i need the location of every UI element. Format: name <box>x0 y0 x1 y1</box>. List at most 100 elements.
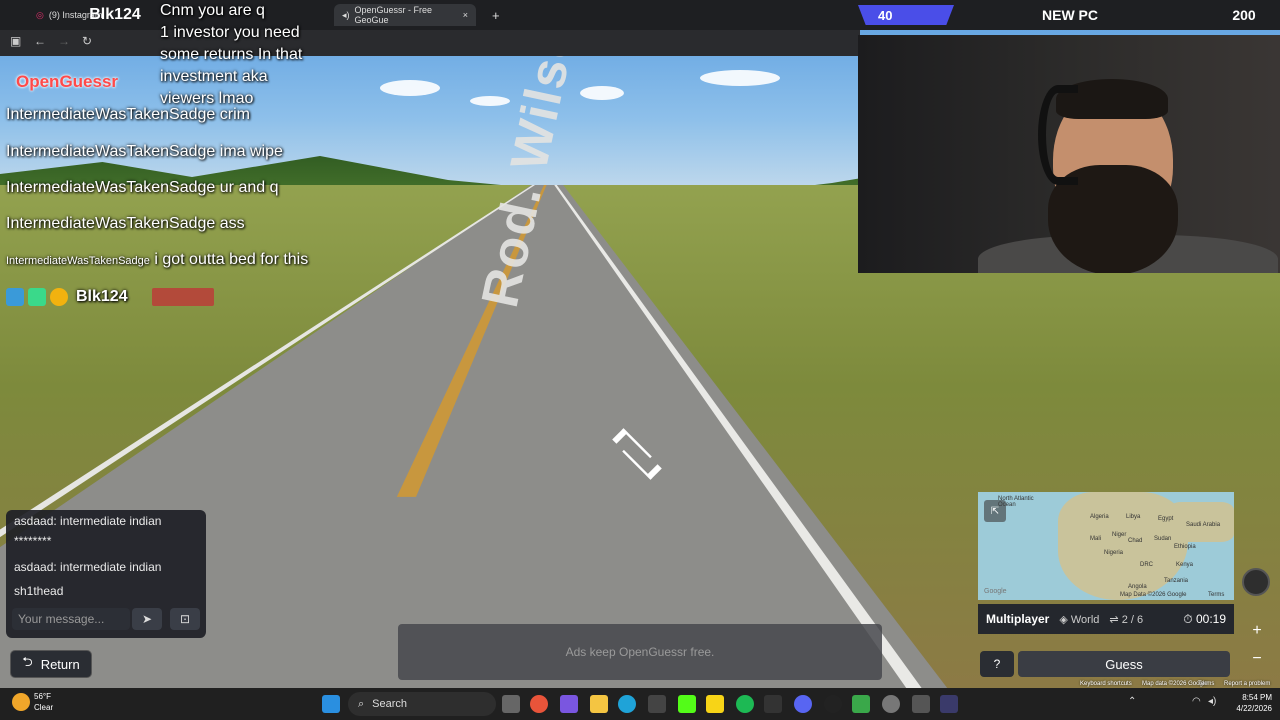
new-tab-button[interactable]: + <box>484 4 508 26</box>
settings-icon[interactable] <box>882 695 900 713</box>
map-label: Ethiopia <box>1174 544 1196 550</box>
kick-icon[interactable] <box>678 695 696 713</box>
browser-toolbar <box>0 30 860 56</box>
search-label: Search <box>372 698 408 710</box>
chat-user: IntermediateWasTakenSadge <box>6 255 150 267</box>
clock-date: 4/22/2026 <box>1236 704 1272 713</box>
stream-banner-newpc: NEW PC <box>1042 7 1098 23</box>
chat-text: i got outta bed for this <box>154 251 309 268</box>
app-icon[interactable] <box>912 695 930 713</box>
close-tab-icon[interactable]: × <box>463 10 468 20</box>
chat-text: ass <box>219 215 245 232</box>
overlay-line: Cnm you are q <box>160 2 265 19</box>
keyboard-shortcuts-link[interactable]: Keyboard shortcuts <box>1080 681 1132 687</box>
search-icon: ⌕ <box>358 697 365 710</box>
discord-icon[interactable] <box>794 695 812 713</box>
app-icon[interactable] <box>940 695 958 713</box>
weather-desc: Clear <box>34 703 54 712</box>
overlay-top-message: Cnm you are q 1 investor you need some r… <box>160 0 360 110</box>
game-mode-label: Multiplayer <box>986 612 1050 626</box>
map-label: Egypt <box>1158 516 1174 522</box>
round-counter: ⇌ 2 / 6 <box>1109 613 1144 626</box>
cloud <box>470 96 510 106</box>
badge-icon <box>50 288 68 306</box>
windows-taskbar <box>0 688 1280 720</box>
system-clock[interactable]: 8:54 PM 4/22/2026 <box>1226 692 1272 714</box>
chat-text: ur and q <box>219 179 279 196</box>
region-text: World <box>1070 613 1100 626</box>
overlay-line: investment aka <box>160 68 268 85</box>
map-label: Libya <box>1126 514 1141 520</box>
game-chat-panel: asdaad: intermediate indian ******** asd… <box>6 510 206 638</box>
cloud <box>380 80 440 96</box>
forward-icon[interactable]: → <box>58 34 70 48</box>
round-text: 2 / 6 <box>1121 613 1144 626</box>
chat-user: IntermediateWasTakenSadge <box>6 215 216 232</box>
multiplayer-status-bar: Multiplayer ◈ World ⇌ 2 / 6 ⏱ 00:19 <box>978 604 1234 634</box>
map-label: Sudan <box>1154 536 1172 542</box>
task-view-icon[interactable] <box>502 695 520 713</box>
timer-text: 00:19 <box>1195 611 1226 626</box>
zoom-out-button[interactable]: − <box>1248 650 1266 668</box>
volume-icon[interactable]: ◂) <box>1208 696 1216 707</box>
streamer-badge-line: Blk124 <box>6 288 214 306</box>
map-expand-icon[interactable]: ⇱ <box>984 500 1006 522</box>
file-explorer-icon[interactable] <box>590 695 608 713</box>
help-button[interactable]: ? <box>980 651 1014 677</box>
tab-label: OpenGuessr - Free GeoGue <box>354 5 433 25</box>
badge-icon <box>28 288 46 306</box>
map-label: Saudi Arabia <box>1186 522 1221 528</box>
guess-button[interactable]: Guess <box>1018 651 1230 677</box>
edge-icon[interactable] <box>618 695 636 713</box>
return-button[interactable]: ⮌ Return <box>10 650 92 678</box>
guess-map[interactable]: North Atlantic Ocean Algeria Libya Egypt… <box>978 492 1234 600</box>
badge-icon <box>6 288 24 306</box>
zoom-in-button[interactable]: + <box>1248 622 1266 640</box>
map-label: Nigeria <box>1104 550 1124 556</box>
terms-link[interactable]: Terms <box>1198 681 1214 687</box>
chat-expand-button[interactable]: ⊡ <box>170 608 200 630</box>
chat-message-input[interactable]: Your message... <box>12 608 130 630</box>
chat-text: ima wipe <box>219 143 283 160</box>
timer: ⏱ 00:19 <box>1183 611 1226 626</box>
start-icon[interactable] <box>322 695 340 713</box>
overlay-line: 1 investor you need <box>160 24 300 41</box>
streamer-name-top: Blk124 <box>89 6 141 23</box>
app-icon[interactable] <box>764 695 782 713</box>
map-label: Angola <box>1128 584 1147 590</box>
map-label: Mali <box>1090 536 1102 542</box>
return-label: Return <box>40 656 80 672</box>
compass-icon[interactable] <box>1242 568 1270 596</box>
ad-placeholder: Ads keep OpenGuessr free. <box>398 624 882 680</box>
notes-icon[interactable] <box>706 695 724 713</box>
map-label: Algeria <box>1090 514 1109 520</box>
chat-overlay-message: IntermediateWasTakenSadge crim <box>6 106 250 124</box>
sidebar-toggle-icon[interactable]: ▣ <box>10 34 21 48</box>
app-icon[interactable] <box>852 695 870 713</box>
chat-overlay-message: IntermediateWasTakenSadge ima wipe <box>6 143 283 161</box>
openguessr-logo[interactable]: OpenGuessr <box>16 72 118 92</box>
browser-icon[interactable] <box>530 695 548 713</box>
tray-chevron-icon[interactable]: ⌃ <box>1128 696 1136 707</box>
map-terms-link[interactable]: Terms <box>1208 592 1224 598</box>
clock-time: 8:54 PM <box>1242 693 1272 702</box>
weather-icon <box>12 693 30 711</box>
streamer-name: Blk124 <box>76 288 128 305</box>
copilot-icon[interactable] <box>560 695 578 713</box>
stream-goal-target: 200 <box>1232 7 1256 23</box>
back-icon[interactable]: ← <box>34 34 46 48</box>
chat-user: IntermediateWasTakenSadge <box>6 106 216 123</box>
wifi-icon[interactable]: ◠ <box>1192 696 1201 707</box>
reload-icon[interactable]: ↻ <box>82 34 92 48</box>
send-message-button[interactable]: ➤ <box>132 608 162 630</box>
store-icon[interactable] <box>648 695 666 713</box>
cloud <box>700 70 780 86</box>
weather-widget[interactable]: 56°F Clear <box>34 691 53 713</box>
obs-icon[interactable] <box>824 695 842 713</box>
report-problem-link[interactable]: Report a problem <box>1224 681 1270 687</box>
chat-message-line: asdaad: intermediate indian <box>14 514 162 528</box>
chat-message-line: ******** <box>14 534 52 548</box>
chat-overlay-message: IntermediateWasTakenSadge ur and q <box>6 179 278 197</box>
taskbar-search[interactable]: ⌕ Search <box>348 692 496 716</box>
spotify-icon[interactable] <box>736 695 754 713</box>
